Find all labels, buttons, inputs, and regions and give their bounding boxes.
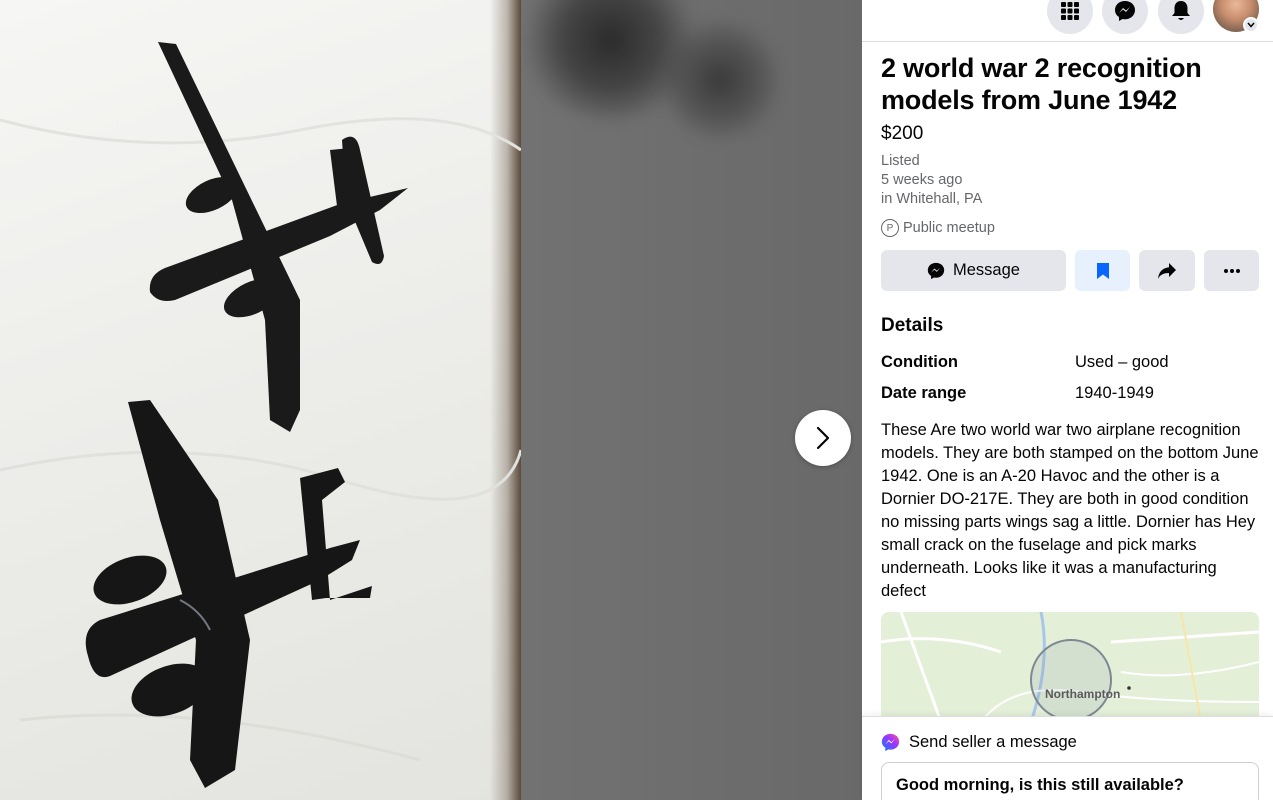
send-message-title: Send seller a message [881,733,1077,752]
top-navigation-bar [862,0,1273,42]
detail-key: Date range [881,384,967,402]
map-roads [881,612,1259,722]
listing-description: These Are two world war two airplane rec… [881,421,1259,600]
map-place-label: Northampton [1045,687,1121,701]
public-meetup-label: Public meetup [903,220,995,236]
messenger-icon [927,262,945,279]
bookmark-icon [1096,262,1109,279]
listing-location[interactable]: in Whitehall, PA [881,190,1259,209]
share-button[interactable] [1139,250,1195,291]
message-button[interactable]: Message [881,250,1066,291]
listing-panel: 2 world war 2 recognition models from Ju… [862,0,1273,800]
menu-grid-button[interactable] [1047,0,1093,34]
message-button-label: Message [953,261,1020,279]
save-button[interactable] [1075,250,1130,291]
account-chevron-down-icon[interactable] [1243,17,1259,33]
airplane-models-image [0,42,521,788]
photo-viewer [0,0,862,800]
share-icon [1158,262,1176,279]
more-options-button[interactable] [1204,250,1259,291]
messenger-icon [1115,1,1135,21]
listed-label: Listed [881,153,920,169]
message-input[interactable]: Good morning, is this still available? [881,762,1259,800]
messenger-button[interactable] [1102,0,1148,34]
menu-grid-icon [1061,2,1079,20]
listing-actions: Message [881,250,1259,292]
location-map[interactable]: Northampton [881,612,1259,722]
notifications-bell-icon [1172,1,1190,20]
detail-value: 1940-1949 [1075,384,1154,402]
more-dots-icon [1223,268,1240,273]
next-photo-button[interactable] [795,410,851,466]
chevron-right-icon [816,426,830,450]
listed-time[interactable]: 5 weeks ago [881,171,1259,190]
listing-title: 2 world war 2 recognition models from Ju… [881,53,1202,115]
public-meetup-info: P Public meetup [881,219,1259,237]
listing-price: $200 [881,123,924,144]
public-meetup-icon: P [881,219,899,237]
send-message-title-label: Send seller a message [909,733,1077,751]
send-seller-message-bar: Send seller a message Good morning, is t… [862,716,1273,800]
details-heading: Details [881,315,944,336]
listing-photo [0,0,521,800]
detail-key: Condition [881,353,958,371]
messenger-gradient-icon [881,733,900,752]
notifications-button[interactable] [1158,0,1204,34]
detail-value: Used – good [1075,353,1169,371]
listing-summary: 2 world war 2 recognition models from Ju… [881,52,1259,237]
